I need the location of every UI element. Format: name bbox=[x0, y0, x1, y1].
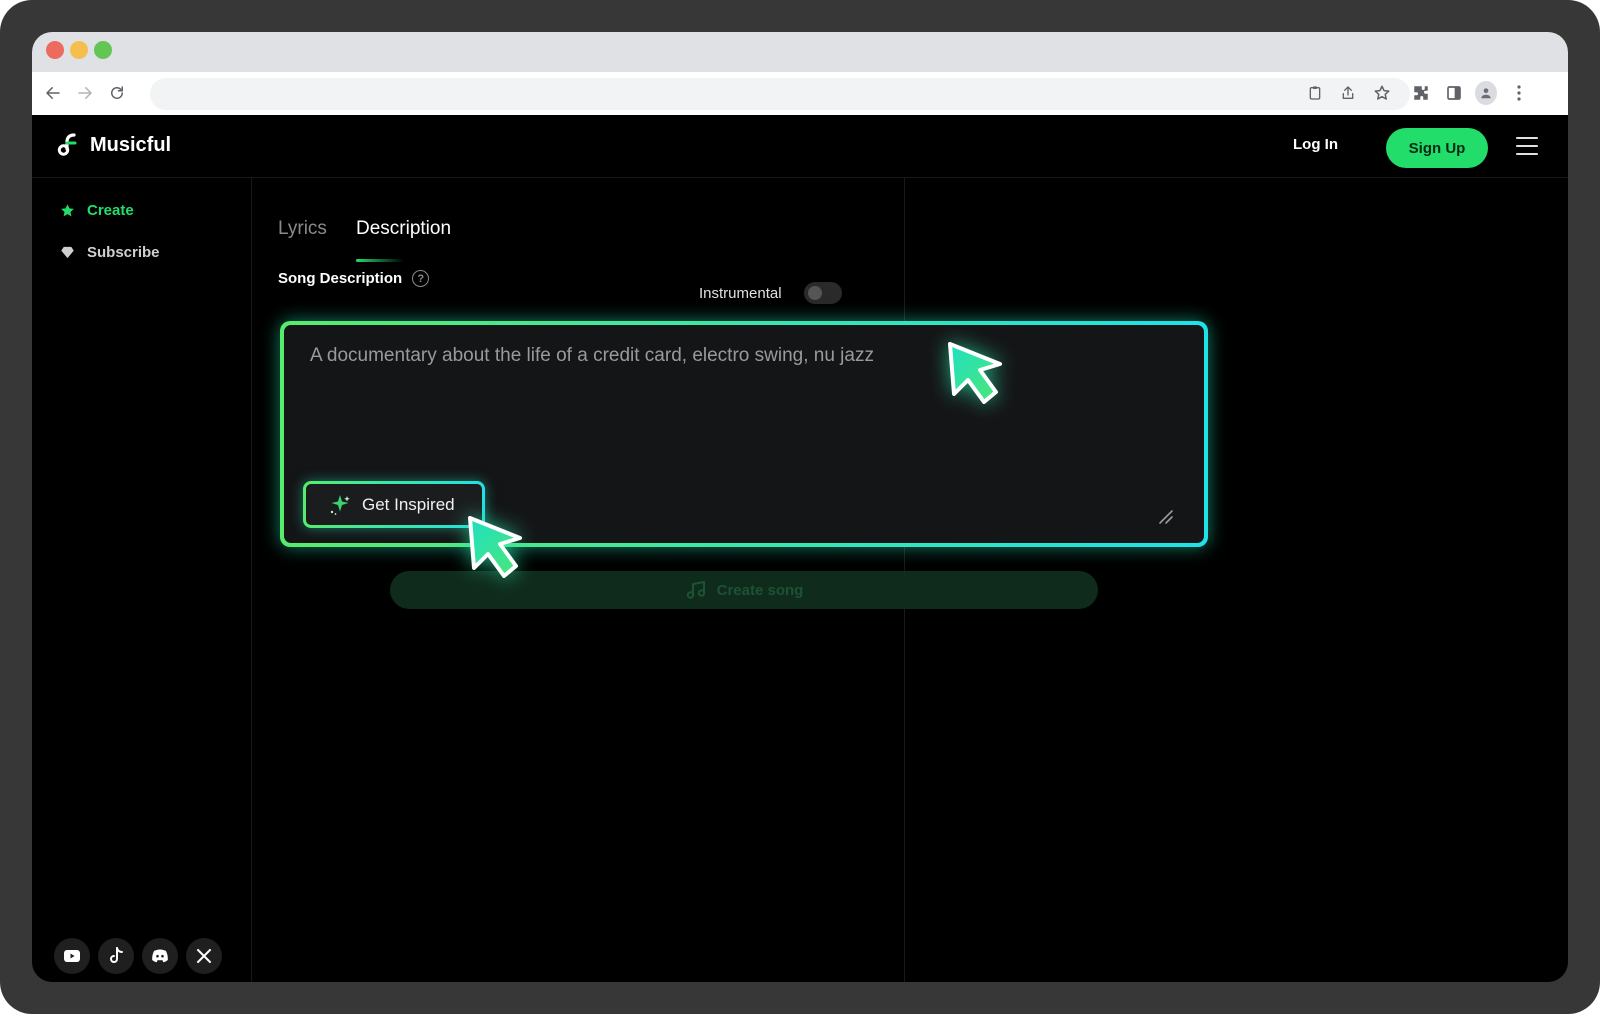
back-icon[interactable] bbox=[42, 82, 64, 104]
hamburger-menu-icon[interactable] bbox=[1516, 137, 1538, 155]
close-window-button[interactable] bbox=[46, 41, 64, 59]
star-icon[interactable] bbox=[1371, 82, 1393, 104]
musicful-logo-icon bbox=[57, 133, 77, 156]
sidepanel-icon[interactable] bbox=[1443, 82, 1465, 104]
forward-icon[interactable] bbox=[74, 82, 96, 104]
sidebar-item-subscribe[interactable]: Subscribe bbox=[60, 244, 160, 261]
more-icon[interactable] bbox=[1508, 82, 1530, 104]
minimize-window-button[interactable] bbox=[70, 41, 88, 59]
device-frame: Musicful Log In Sign Up Create Subscribe bbox=[0, 0, 1600, 1014]
instrumental-toggle[interactable] bbox=[804, 282, 842, 304]
login-link[interactable]: Log In bbox=[1293, 136, 1338, 153]
logo[interactable]: Musicful bbox=[56, 132, 171, 158]
help-icon[interactable]: ? bbox=[412, 270, 430, 287]
maximize-window-button[interactable] bbox=[94, 41, 112, 59]
youtube-icon[interactable] bbox=[54, 938, 90, 974]
app-header: Musicful Log In Sign Up bbox=[32, 115, 1568, 178]
discord-icon[interactable] bbox=[142, 938, 178, 974]
diamond-icon bbox=[61, 246, 74, 259]
profile-icon[interactable] bbox=[1475, 81, 1497, 105]
instrumental-label: Instrumental bbox=[699, 285, 782, 302]
toggle-knob bbox=[808, 286, 822, 300]
sparkle-icon bbox=[330, 494, 350, 515]
browser-toolbar bbox=[32, 72, 1568, 115]
tab-description[interactable]: Description bbox=[356, 218, 451, 240]
sidebar: Create Subscribe bbox=[32, 178, 252, 982]
avatar bbox=[1475, 81, 1497, 105]
song-description-text: Song Description bbox=[278, 270, 403, 287]
tab-lyrics[interactable]: Lyrics bbox=[278, 218, 327, 240]
get-inspired-button[interactable]: Get Inspired bbox=[303, 481, 485, 528]
tiktok-icon[interactable] bbox=[98, 938, 134, 974]
star-icon bbox=[61, 204, 74, 217]
description-placeholder: A documentary about the life of a credit… bbox=[310, 345, 874, 366]
sidebar-item-label: Subscribe bbox=[87, 244, 160, 261]
reload-icon[interactable] bbox=[106, 82, 128, 104]
browser-titlebar bbox=[32, 32, 1568, 72]
sidebar-item-create[interactable]: Create bbox=[60, 202, 134, 219]
sidebar-item-label: Create bbox=[87, 202, 134, 219]
create-song-label: Create song bbox=[716, 581, 804, 599]
logo-text: Musicful bbox=[90, 133, 172, 156]
signup-button[interactable]: Sign Up bbox=[1386, 128, 1488, 168]
song-description-label: Song Description ? bbox=[278, 270, 430, 287]
social-links bbox=[54, 938, 222, 974]
extensions-icon[interactable] bbox=[1410, 82, 1432, 104]
active-tab-indicator bbox=[356, 259, 404, 262]
x-icon[interactable] bbox=[186, 938, 222, 974]
resize-handle-icon[interactable] bbox=[1158, 509, 1174, 525]
share-icon[interactable] bbox=[1337, 82, 1359, 104]
cursor-arrow-icon bbox=[468, 516, 522, 578]
clipboard-icon[interactable] bbox=[1304, 82, 1326, 104]
get-inspired-label: Get Inspired bbox=[362, 494, 455, 514]
cursor-arrow-icon bbox=[948, 342, 1002, 404]
browser-window: Musicful Log In Sign Up Create Subscribe bbox=[32, 32, 1568, 982]
address-bar[interactable] bbox=[150, 78, 1410, 110]
music-note-icon bbox=[686, 581, 705, 599]
get-inspired-button-inner[interactable]: Get Inspired bbox=[306, 484, 482, 525]
